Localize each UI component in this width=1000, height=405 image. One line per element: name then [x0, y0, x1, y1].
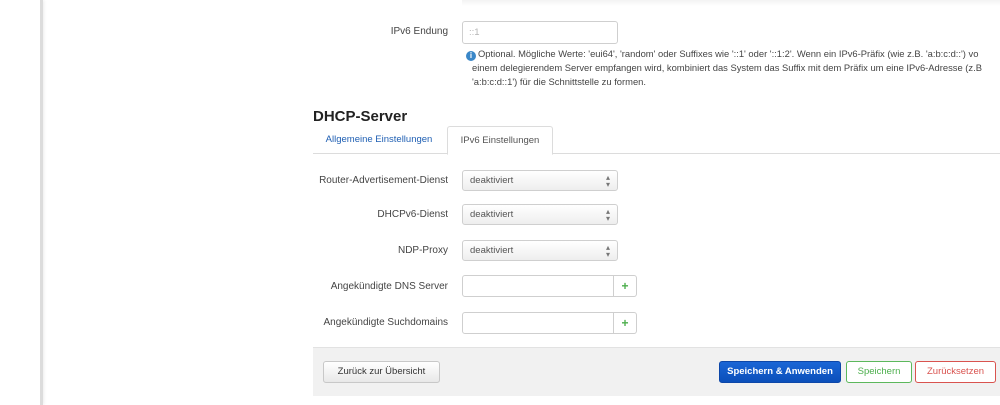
tabs-divider [313, 153, 1000, 154]
save-apply-button[interactable]: Speichern & Anwenden [719, 361, 841, 383]
tab-general-settings[interactable]: Allgemeine Einstellungen [316, 126, 442, 154]
ndp-proxy-value: deaktiviert [470, 245, 514, 256]
ra-service-value: deaktiviert [470, 175, 514, 186]
ra-service-select[interactable]: deaktiviert ▴ ▾ [462, 170, 618, 191]
left-panel-edge [0, 0, 43, 405]
help-line-1: Optional. Mögliche Werte: 'eui64', 'rand… [478, 48, 979, 59]
reset-button[interactable]: Zurücksetzen [915, 361, 996, 383]
ra-service-label: Router-Advertisement-Dienst [319, 175, 448, 186]
dhcpv6-service-value: deaktiviert [470, 209, 514, 220]
ipv6-suffix-label: IPv6 Endung [390, 26, 448, 37]
back-to-overview-button[interactable]: Zurück zur Übersicht [323, 361, 440, 383]
dhcpv6-service-select[interactable]: deaktiviert ▴ ▾ [462, 204, 618, 225]
dhcp-server-heading: DHCP-Server [313, 108, 408, 125]
plus-icon[interactable]: + [613, 276, 636, 296]
info-icon: i [466, 51, 476, 61]
ipv6-suffix-help: i Optional. Mögliche Werte: 'eui64', 'ran… [466, 47, 1000, 88]
search-domains-label: Angekündigte Suchdomains [323, 317, 448, 328]
ndp-proxy-select[interactable]: deaktiviert ▴ ▾ [462, 240, 618, 261]
select-caret-icon: ▴ ▾ [605, 173, 610, 189]
save-button[interactable]: Speichern [846, 361, 912, 383]
ndp-proxy-label: NDP-Proxy [397, 245, 448, 256]
dhcpv6-service-label: DHCPv6-Dienst [377, 209, 448, 220]
dns-servers-input[interactable]: + [462, 275, 637, 297]
help-line-3: 'a:b:c:d::1') für die Schnittstelle zu f… [472, 75, 646, 87]
help-line-2: einem delegierendem Server empfangen wir… [472, 62, 982, 73]
select-caret-icon: ▴ ▾ [605, 207, 610, 223]
plus-icon[interactable]: + [613, 313, 636, 333]
select-caret-icon: ▴ ▾ [605, 243, 610, 259]
tab-ipv6-settings[interactable]: IPv6 Einstellungen [447, 126, 553, 155]
previous-help-text-cut [462, 0, 1000, 6]
search-domains-input[interactable]: + [462, 312, 637, 334]
dns-servers-label: Angekündigte DNS Server [330, 281, 448, 292]
ipv6-suffix-input[interactable]: ::1 [462, 21, 618, 44]
